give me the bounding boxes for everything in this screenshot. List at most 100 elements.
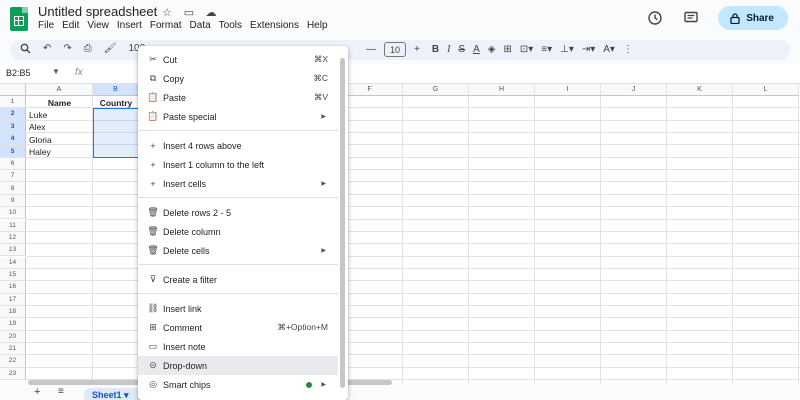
select-all-corner[interactable]: [0, 84, 26, 96]
row-header-19[interactable]: 19: [0, 318, 26, 331]
valign-icon[interactable]: ⊥▾: [560, 44, 574, 55]
star-icon[interactable]: ☆: [160, 5, 174, 19]
row-header-14[interactable]: 14: [0, 256, 26, 269]
row-header-23[interactable]: 23: [0, 367, 26, 380]
menu-item-create-a-filter[interactable]: ⊽ Create a filter: [138, 270, 338, 289]
menu-view[interactable]: View: [87, 20, 114, 31]
row-header-15[interactable]: 15: [0, 268, 26, 282]
menu-file[interactable]: File: [38, 20, 59, 31]
menu-tools[interactable]: Tools: [219, 20, 247, 31]
menu-data[interactable]: Data: [190, 20, 216, 31]
column-header-h[interactable]: H: [469, 84, 535, 96]
column-header-k[interactable]: K: [667, 84, 733, 96]
fill-color-icon[interactable]: ◈: [488, 44, 496, 55]
cell-a1[interactable]: Name: [26, 98, 93, 108]
row-header-20[interactable]: 20: [0, 330, 26, 343]
row-header-12[interactable]: 12: [0, 231, 26, 245]
column-header-l[interactable]: L: [733, 84, 799, 96]
row-header-18[interactable]: 18: [0, 305, 26, 319]
decrease-font-size-icon[interactable]: —: [366, 44, 376, 55]
column-header-i[interactable]: I: [535, 84, 601, 96]
menu-item-delete-column[interactable]: 🗑 Delete column: [138, 222, 338, 241]
row-header-7[interactable]: 7: [0, 170, 26, 183]
all-sheets-icon[interactable]: ≡: [58, 386, 64, 397]
redo-icon[interactable]: ↷: [63, 43, 71, 57]
cell-b1[interactable]: Country: [93, 98, 139, 108]
column-header-b[interactable]: B: [93, 84, 139, 96]
row-header-13[interactable]: 13: [0, 244, 26, 257]
row-header-16[interactable]: 16: [0, 281, 26, 294]
menu-item-insert-note[interactable]: ▭ Insert note: [138, 337, 338, 356]
paint-format-icon[interactable]: 🖌: [104, 43, 117, 57]
strikethrough-icon[interactable]: S: [458, 44, 465, 55]
name-box[interactable]: B2:B5: [6, 68, 31, 78]
rotate-icon[interactable]: A▾: [603, 44, 615, 55]
menu-item-delete-rows-2-5[interactable]: 🗑 Delete rows 2 - 5: [138, 203, 338, 222]
row-header-8[interactable]: 8: [0, 182, 26, 195]
menu-item-drop-down[interactable]: ⊝ Drop-down: [138, 356, 338, 375]
row-header-21[interactable]: 21: [0, 343, 26, 356]
selection-range[interactable]: [93, 108, 139, 158]
borders-icon[interactable]: ⊞: [503, 44, 511, 55]
name-box-dropdown-icon[interactable]: ▼: [52, 67, 60, 76]
menu-item-delete-cells[interactable]: 🗑 Delete cells ▶: [138, 241, 338, 260]
row-header-17[interactable]: 17: [0, 293, 26, 306]
row-header-3[interactable]: 3: [0, 120, 26, 133]
print-icon[interactable]: ⎙: [84, 43, 92, 57]
italic-icon[interactable]: I: [447, 44, 450, 55]
row-header-2[interactable]: 2: [0, 108, 26, 121]
row-header-1[interactable]: 1: [0, 96, 26, 109]
menu-edit[interactable]: Edit: [62, 20, 84, 31]
sheet-tab-active[interactable]: Sheet1 ▾: [84, 388, 140, 400]
comments-icon[interactable]: [682, 9, 700, 27]
share-button[interactable]: Share: [718, 6, 788, 30]
add-sheet-icon[interactable]: +: [34, 386, 40, 398]
row-header-6[interactable]: 6: [0, 157, 26, 171]
context-menu-scrollbar[interactable]: [340, 58, 345, 388]
cell-a4[interactable]: Gloria: [29, 135, 52, 145]
column-header-j[interactable]: J: [601, 84, 667, 96]
increase-font-size-icon[interactable]: +: [414, 44, 420, 55]
menu-format[interactable]: Format: [150, 20, 187, 31]
menu-item-paste[interactable]: 📋 Paste ⌘V: [138, 88, 338, 107]
undo-icon[interactable]: ↶: [43, 43, 51, 57]
formula-bar: B2:B5 ▼ fx: [0, 64, 800, 84]
search-icon[interactable]: [20, 43, 31, 57]
row-header-4[interactable]: 4: [0, 133, 26, 146]
menu-item-insert-1-column-to-the-left[interactable]: + Insert 1 column to the left: [138, 155, 338, 174]
wrap-icon[interactable]: ⇥▾: [582, 44, 595, 55]
version-history-icon[interactable]: [646, 9, 664, 27]
cell-a5[interactable]: Haley: [29, 147, 51, 157]
document-title[interactable]: Untitled spreadsheet: [38, 4, 157, 19]
sheet-grid[interactable]: ABCDEFGHIJKL1234567891011121314151617181…: [0, 84, 800, 384]
text-color-icon[interactable]: A: [473, 44, 480, 55]
menu-item-smart-chips[interactable]: ◎ Smart chips ▶: [138, 375, 338, 394]
row-header-10[interactable]: 10: [0, 207, 26, 220]
folder-move-icon[interactable]: ▭: [182, 5, 196, 19]
more-icon[interactable]: ⋮: [623, 44, 633, 55]
cloud-icon[interactable]: ☁: [204, 5, 218, 19]
column-header-g[interactable]: G: [403, 84, 469, 96]
menu-item-insert-cells[interactable]: + Insert cells ▶: [138, 174, 338, 193]
menu-item-copy[interactable]: ⧉ Copy ⌘C: [138, 69, 338, 88]
menu-item-cut[interactable]: ✂ Cut ⌘X: [138, 50, 338, 69]
menu-item-paste-special[interactable]: 📋 Paste special ▶: [138, 107, 338, 126]
column-header-a[interactable]: A: [26, 84, 93, 96]
sheets-logo-icon[interactable]: [10, 7, 28, 31]
menu-item-insert-link[interactable]: ⛓ Insert link: [138, 299, 338, 318]
menu-item-comment[interactable]: ⊞ Comment ⌘+Option+M: [138, 318, 338, 337]
row-header-5[interactable]: 5: [0, 145, 26, 158]
font-size-input[interactable]: 10: [384, 42, 406, 57]
menu-extensions[interactable]: Extensions: [250, 20, 304, 31]
cell-a2[interactable]: Luke: [29, 110, 47, 120]
align-icon[interactable]: ≡▾: [541, 44, 552, 55]
bold-icon[interactable]: B: [432, 44, 439, 55]
menu-item-insert-4-rows-above[interactable]: + Insert 4 rows above: [138, 136, 338, 155]
menu-help[interactable]: Help: [307, 20, 333, 31]
row-header-11[interactable]: 11: [0, 219, 26, 232]
menu-insert[interactable]: Insert: [117, 20, 147, 31]
merge-cells-icon[interactable]: ⊡▾: [520, 44, 533, 55]
cell-a3[interactable]: Alex: [29, 122, 46, 132]
row-header-22[interactable]: 22: [0, 355, 26, 368]
row-header-9[interactable]: 9: [0, 194, 26, 208]
